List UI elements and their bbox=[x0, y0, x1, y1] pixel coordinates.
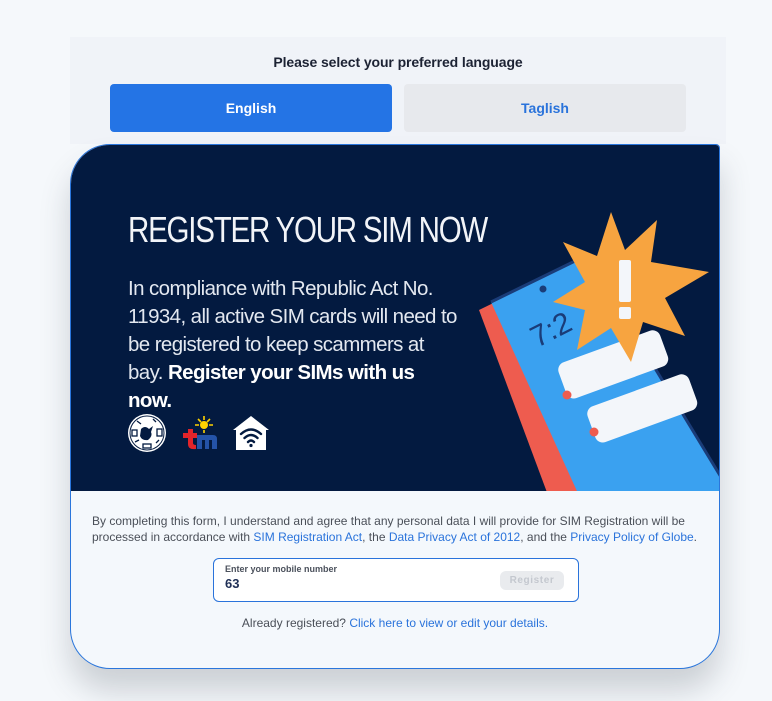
register-button[interactable]: Register bbox=[500, 571, 564, 590]
sim-registration-act-link[interactable]: SIM Registration Act bbox=[253, 530, 362, 544]
tm-logo-icon bbox=[183, 416, 217, 450]
registration-form: By completing this form, I understand an… bbox=[71, 491, 719, 668]
privacy-policy-link[interactable]: Privacy Policy of Globe bbox=[570, 530, 693, 544]
consent-text-part: , the bbox=[362, 530, 389, 544]
mobile-number-label: Enter your mobile number bbox=[225, 564, 338, 574]
phone-alert-illustration: 7:2 bbox=[479, 212, 719, 491]
consent-text: By completing this form, I understand an… bbox=[92, 513, 702, 545]
promo-banner: REGISTER YOUR SIM NOW In compliance with… bbox=[71, 145, 719, 491]
language-selector-panel: Please select your preferred language En… bbox=[70, 37, 726, 144]
mobile-number-field[interactable]: Enter your mobile number Register bbox=[213, 558, 579, 602]
consent-text-part: , and the bbox=[520, 530, 571, 544]
language-prompt: Please select your preferred language bbox=[273, 54, 523, 70]
banner-description: In compliance with Republic Act No. 1193… bbox=[128, 275, 458, 415]
mobile-number-input[interactable] bbox=[225, 576, 485, 591]
already-registered-text: Already registered? Click here to view o… bbox=[71, 616, 719, 630]
banner-title: REGISTER YOUR SIM NOW bbox=[128, 209, 488, 250]
data-privacy-act-link[interactable]: Data Privacy Act of 2012 bbox=[389, 530, 520, 544]
registration-card: REGISTER YOUR SIM NOW In compliance with… bbox=[70, 144, 720, 669]
already-registered-label: Already registered? bbox=[241, 616, 350, 630]
globe-logo-icon bbox=[128, 414, 166, 452]
home-wifi-logo-icon bbox=[233, 416, 269, 450]
english-language-button[interactable]: English bbox=[110, 84, 392, 132]
brand-logos bbox=[127, 413, 271, 453]
taglish-language-button[interactable]: Taglish bbox=[404, 84, 686, 132]
consent-text-part: . bbox=[693, 530, 698, 544]
view-edit-details-link[interactable]: Click here to view or edit your details. bbox=[349, 616, 548, 630]
banner-body-bold: Register your SIMs with us now. bbox=[128, 361, 415, 412]
